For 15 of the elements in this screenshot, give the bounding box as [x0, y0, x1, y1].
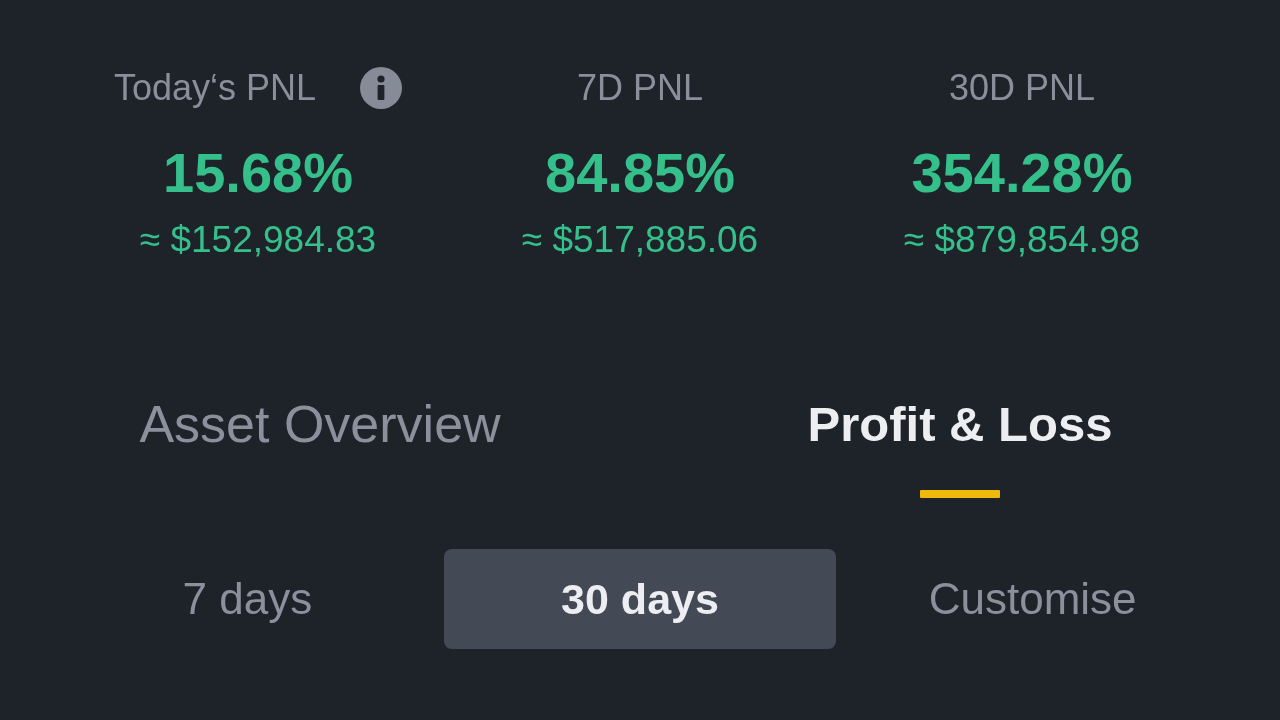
period-button[interactable]: Customise	[836, 549, 1229, 649]
stat-label: 30D PNL	[948, 66, 1096, 109]
stat-label: 7D PNL	[576, 66, 704, 109]
info-icon[interactable]	[360, 66, 403, 109]
stat-label: Today‘s PNL	[113, 66, 317, 109]
pnl-amount: ≈ $152,984.83	[139, 218, 377, 261]
tab[interactable]: Asset Overview	[139, 394, 501, 454]
period-button[interactable]: 7 days	[51, 549, 444, 649]
pnl-percent: 84.85%	[545, 140, 735, 206]
period-button[interactable]: 30 days	[443, 549, 837, 649]
pnl-amount: ≈ $517,885.06	[521, 218, 759, 261]
tab[interactable]: Profit & Loss	[807, 394, 1113, 454]
pnl-percent: 354.28%	[911, 140, 1133, 206]
pnl-amount: ≈ $879,854.98	[903, 218, 1141, 261]
pnl-percent: 15.68%	[163, 140, 353, 206]
